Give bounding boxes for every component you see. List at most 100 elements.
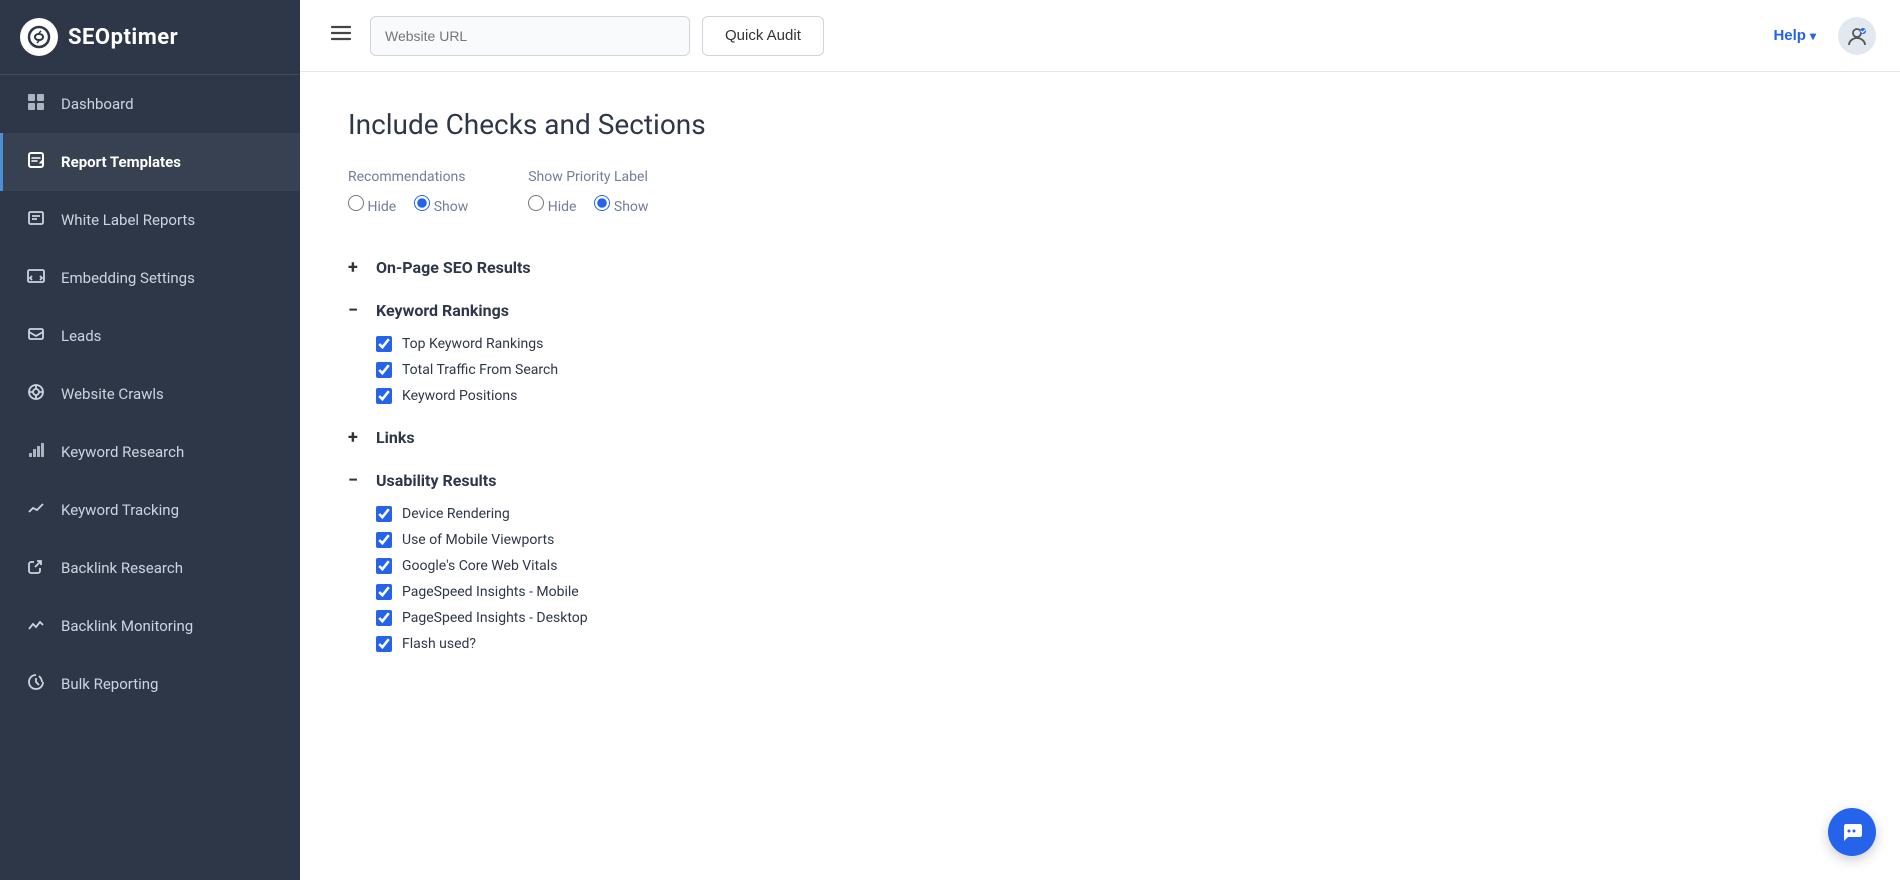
check-item-mobile-viewports: Use of Mobile Viewports <box>348 527 1852 553</box>
recommendations-show-label: Show <box>434 199 469 215</box>
keyword-tracking-icon <box>25 499 47 521</box>
sidebar-item-white-label[interactable]: White Label Reports <box>0 191 300 249</box>
white-label-icon <box>25 209 47 231</box>
check-item-device-rendering: Device Rendering <box>348 501 1852 527</box>
report-templates-icon <box>25 151 47 173</box>
sidebar-item-label: Report Templates <box>61 153 181 171</box>
recommendations-group: Recommendations Hide Show <box>348 169 468 225</box>
user-account-button[interactable] <box>1838 17 1876 55</box>
check-item-pagespeed-desktop: PageSpeed Insights - Desktop <box>348 605 1852 631</box>
main-content: Include Checks and Sections Recommendati… <box>300 72 1900 880</box>
backlink-research-icon <box>25 557 47 579</box>
plus-icon: + <box>348 427 368 448</box>
usability-results-items: Device Rendering Use of Mobile Viewports… <box>348 501 1852 657</box>
priority-show-option[interactable]: Show <box>594 195 648 215</box>
sidebar-item-label: Dashboard <box>61 95 134 113</box>
total-traffic-checkbox[interactable] <box>376 362 392 378</box>
url-input[interactable] <box>370 16 690 56</box>
recommendations-hide-label: Hide <box>367 199 396 215</box>
sidebar-item-keyword-research[interactable]: Keyword Research <box>0 423 300 481</box>
recommendations-show-radio[interactable] <box>414 195 430 211</box>
priority-label-group: Show Priority Label Hide Show <box>528 169 648 225</box>
check-item-label: PageSpeed Insights - Mobile <box>402 584 579 600</box>
sidebar-item-dashboard[interactable]: Dashboard <box>0 75 300 133</box>
minus-icon: − <box>348 300 368 321</box>
section-label: Links <box>376 428 415 447</box>
priority-hide-option[interactable]: Hide <box>528 195 576 215</box>
recommendations-hide-radio[interactable] <box>348 195 364 211</box>
pagespeed-mobile-checkbox[interactable] <box>376 584 392 600</box>
recommendations-radio-group: Hide Show <box>348 195 468 225</box>
sidebar-item-website-crawls[interactable]: Website Crawls <box>0 365 300 423</box>
hamburger-button[interactable] <box>324 16 358 56</box>
help-chevron-icon: ▾ <box>1810 29 1816 43</box>
check-item-label: Use of Mobile Viewports <box>402 532 554 548</box>
section-label: Usability Results <box>376 471 496 490</box>
sidebar-item-label: Website Crawls <box>61 385 164 403</box>
core-web-vitals-checkbox[interactable] <box>376 558 392 574</box>
check-item-label: PageSpeed Insights - Desktop <box>402 610 588 626</box>
page-title: Include Checks and Sections <box>348 108 1852 141</box>
flash-used-checkbox[interactable] <box>376 636 392 652</box>
sidebar-item-backlink-research[interactable]: Backlink Research <box>0 539 300 597</box>
help-button[interactable]: Help ▾ <box>1773 27 1816 44</box>
chat-bubble-button[interactable] <box>1828 808 1876 856</box>
top-keyword-rankings-checkbox[interactable] <box>376 336 392 352</box>
options-row: Recommendations Hide Show Show Priority … <box>348 169 1852 225</box>
check-item-label: Top Keyword Rankings <box>402 336 543 352</box>
priority-show-label: Show <box>614 199 649 215</box>
check-item-keyword-positions: Keyword Positions <box>348 383 1852 409</box>
quick-audit-button[interactable]: Quick Audit <box>702 16 824 56</box>
check-item-core-web-vitals: Google's Core Web Vitals <box>348 553 1852 579</box>
sidebar-item-label: Backlink Research <box>61 559 183 577</box>
logo-icon <box>20 18 58 56</box>
section-on-page-seo[interactable]: + On-Page SEO Results <box>348 253 1852 282</box>
main-area: Quick Audit Help ▾ Include Checks and Se… <box>300 0 1900 880</box>
sidebar-item-keyword-tracking[interactable]: Keyword Tracking <box>0 481 300 539</box>
check-item-top-keyword-rankings: Top Keyword Rankings <box>348 331 1852 357</box>
section-keyword-rankings[interactable]: − Keyword Rankings <box>348 296 1852 325</box>
mobile-viewports-checkbox[interactable] <box>376 532 392 548</box>
sidebar-item-label: Backlink Monitoring <box>61 617 193 635</box>
check-item-flash-used: Flash used? <box>348 631 1852 657</box>
sidebar: SEOptimer Dashboard <box>0 0 300 880</box>
plus-icon: + <box>348 257 368 278</box>
pagespeed-desktop-checkbox[interactable] <box>376 610 392 626</box>
section-usability-results[interactable]: − Usability Results <box>348 466 1852 495</box>
priority-label-heading: Show Priority Label <box>528 169 648 185</box>
check-item-label: Device Rendering <box>402 506 510 522</box>
sidebar-item-label: White Label Reports <box>61 211 195 229</box>
logo-area: SEOptimer <box>0 0 300 75</box>
sidebar-item-label: Keyword Research <box>61 443 184 461</box>
priority-hide-label: Hide <box>548 199 577 215</box>
section-links[interactable]: + Links <box>348 423 1852 452</box>
sidebar-item-backlink-monitoring[interactable]: Backlink Monitoring <box>0 597 300 655</box>
check-item-label: Google's Core Web Vitals <box>402 558 557 574</box>
sidebar-item-bulk-reporting[interactable]: Bulk Reporting <box>0 655 300 713</box>
keyword-rankings-items: Top Keyword Rankings Total Traffic From … <box>348 331 1852 409</box>
device-rendering-checkbox[interactable] <box>376 506 392 522</box>
keyword-positions-checkbox[interactable] <box>376 388 392 404</box>
dashboard-icon <box>25 93 47 115</box>
embedding-icon <box>25 267 47 289</box>
recommendations-label: Recommendations <box>348 169 468 185</box>
header: Quick Audit Help ▾ <box>300 0 1900 72</box>
leads-icon <box>25 325 47 347</box>
recommendations-show-option[interactable]: Show <box>414 195 468 215</box>
section-label: On-Page SEO Results <box>376 258 531 277</box>
priority-show-radio[interactable] <box>594 195 610 211</box>
nav-menu: Dashboard Report Templates White Labe <box>0 75 300 713</box>
priority-radio-group: Hide Show <box>528 195 648 225</box>
logo-text: SEOptimer <box>68 25 178 50</box>
priority-hide-radio[interactable] <box>528 195 544 211</box>
recommendations-hide-option[interactable]: Hide <box>348 195 396 215</box>
sidebar-item-embedding[interactable]: Embedding Settings <box>0 249 300 307</box>
check-item-label: Keyword Positions <box>402 388 517 404</box>
help-label: Help <box>1773 27 1806 44</box>
minus-icon: − <box>348 470 368 491</box>
backlink-monitoring-icon <box>25 615 47 637</box>
check-item-total-traffic: Total Traffic From Search <box>348 357 1852 383</box>
sidebar-item-leads[interactable]: Leads <box>0 307 300 365</box>
sidebar-item-report-templates[interactable]: Report Templates <box>0 133 300 191</box>
check-item-pagespeed-mobile: PageSpeed Insights - Mobile <box>348 579 1852 605</box>
